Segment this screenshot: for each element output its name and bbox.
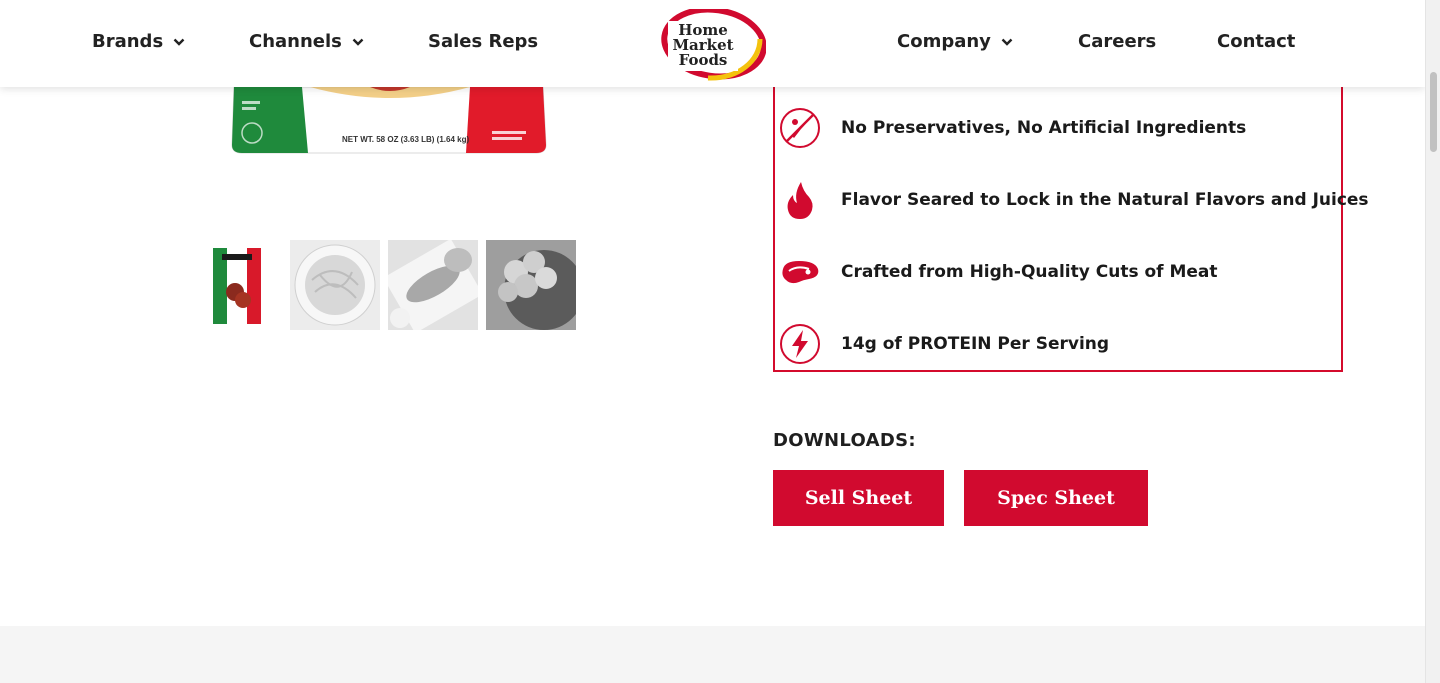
steak-icon [779,251,821,293]
chevron-down-icon [1001,38,1013,46]
feature-text: Crafted from High-Quality Cuts of Meat [841,262,1218,282]
flame-icon [779,179,821,221]
no-preservatives-icon [779,107,821,149]
thumbnail-meatballs[interactable] [486,240,576,330]
feature-item: Flavor Seared to Lock in the Natural Fla… [779,179,1369,221]
nav-company-label: Company [897,31,991,52]
chevron-down-icon [352,38,364,46]
sell-sheet-button[interactable]: Sell Sheet [773,470,944,526]
feature-text: 14g of PROTEIN Per Serving [841,334,1110,354]
feature-item: Crafted from High-Quality Cuts of Meat [779,251,1218,293]
thumbnail-sub-sandwich[interactable] [388,240,478,330]
home-market-foods-logo[interactable]: Home Market Foods [660,6,767,81]
thumbnail-package[interactable] [192,240,282,330]
nav-careers[interactable]: Careers [1078,31,1156,52]
net-weight-label: NET WT. 58 OZ (3.63 LB) (1.64 kg) [342,135,470,144]
feature-text: Flavor Seared to Lock in the Natural Fla… [841,190,1369,210]
feature-text: No Preservatives, No Artificial Ingredie… [841,118,1247,138]
nav-company[interactable]: Company [897,31,1013,52]
nav-brands[interactable]: Brands [92,31,185,52]
nav-sales-reps-label: Sales Reps [428,31,539,52]
nav-brands-label: Brands [92,31,164,52]
features-box: No Preservatives, No Artificial Ingredie… [773,87,1369,372]
nav-contact-label: Contact [1217,31,1296,52]
downloads-heading: DOWNLOADS: [773,430,916,451]
nav-contact[interactable]: Contact [1217,31,1295,52]
logo-line-3: Foods [678,51,728,69]
nav-careers-label: Careers [1078,31,1157,52]
site-header: Brands Channels Sales Reps Home Market F… [0,0,1425,87]
nav-channels[interactable]: Channels [249,31,364,52]
nav-channels-label: Channels [249,31,342,52]
chevron-down-icon [173,38,185,46]
scrollbar-thumb[interactable] [1430,72,1437,152]
lightning-bolt-icon [779,323,821,365]
page-scrollbar[interactable] [1425,0,1440,683]
thumbnail-strip [192,240,576,330]
feature-item: No Preservatives, No Artificial Ingredie… [779,107,1246,149]
spec-sheet-button[interactable]: Spec Sheet [964,470,1148,526]
thumbnail-pasta-bowl[interactable] [290,240,380,330]
feature-item: 14g of PROTEIN Per Serving [779,323,1109,365]
nav-sales-reps[interactable]: Sales Reps [428,31,538,52]
footer-section [0,626,1425,683]
logo-wordmark: Home Market Foods [670,23,736,68]
product-image: NET WT. 58 OZ (3.63 LB) (1.64 kg) [230,86,548,157]
